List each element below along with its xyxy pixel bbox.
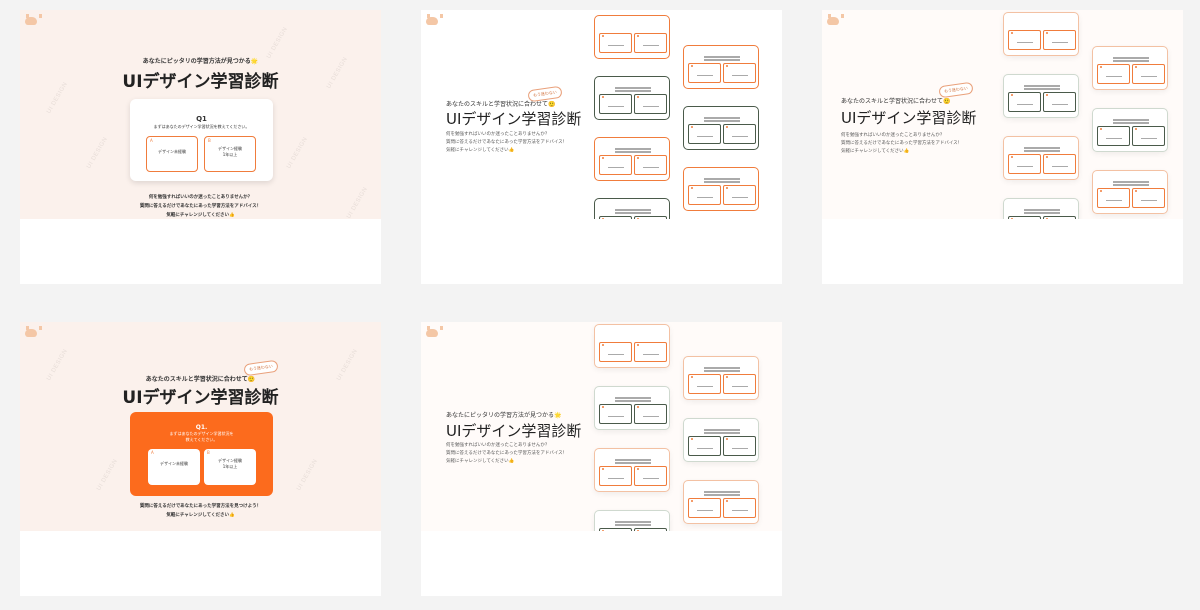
mini-question-card xyxy=(1092,170,1168,214)
option-a-label: デザイン未経験 xyxy=(160,461,188,466)
hero-subtitle: あなたのスキルと学習状況に合わせて🙂 xyxy=(841,98,951,105)
option-b-label: デザイン経験 1年以上 xyxy=(218,146,242,157)
mini-question-card xyxy=(1092,46,1168,90)
logo-icon xyxy=(24,14,42,25)
mini-question-card xyxy=(594,448,670,492)
option-b-label: デザイン経験 1年以上 xyxy=(218,458,242,469)
hero-description: 何を勉強すればいいのか迷ったことありませんか？ 質問に答えるだけであなたにあった… xyxy=(139,195,262,218)
mini-question-card xyxy=(683,45,759,89)
option-a-button[interactable]: A デザイン未経験 xyxy=(148,449,200,485)
question-number: Q1 xyxy=(196,115,207,123)
mini-question-card xyxy=(683,480,759,524)
design-frame-4[interactable]: UI DESIGN UI DESIGN UI DESIGN UI DESIGN … xyxy=(20,322,381,596)
watermark: UI DESIGN xyxy=(266,26,289,60)
option-a-number: A xyxy=(151,450,154,455)
option-b-button[interactable]: B デザイン経験 1年以上 xyxy=(204,136,256,172)
watermark: UI DESIGN xyxy=(86,136,109,170)
hero-subtitle: あなたのスキルと学習状況に合わせて🙂 xyxy=(145,376,256,383)
hero-canvas: UI DESIGN UI DESIGN UI DESIGN UI DESIGN … xyxy=(20,10,381,219)
mini-question-card xyxy=(1003,136,1079,180)
mini-question-card xyxy=(1003,198,1079,219)
hero-title: UIデザイン学習診断 xyxy=(841,109,977,127)
question-card: Q1 まずはあなたのデザイン学習状況を教えてください。 A デザイン未経験 B … xyxy=(130,99,273,181)
hero-description: 何を勉強すればいいのか迷ったことありませんか？ 質問に答えるだけであなたにあった… xyxy=(841,133,963,154)
watermark: UI DESIGN xyxy=(296,458,319,492)
logo-icon xyxy=(826,14,844,25)
hero-title: UIデザイン学習診断 xyxy=(122,388,279,408)
mini-question-card xyxy=(683,167,759,211)
option-a-label: デザイン未経験 xyxy=(158,149,186,154)
option-b-button[interactable]: B デザイン経験 1年以上 xyxy=(204,449,256,485)
hero-description: 何を勉強すればいいのか迷ったことありませんか？ 質問に答えるだけであなたにあった… xyxy=(446,443,568,464)
mini-question-card xyxy=(594,198,670,219)
question-text: まずはあなたのデザイン学習状況を 教えてください。 xyxy=(169,431,234,442)
watermark: UI DESIGN xyxy=(286,136,309,170)
design-frame-2[interactable]: もう迷わない あなたのスキルと学習状況に合わせて🙂 UIデザイン学習診断 何を勉… xyxy=(421,10,782,284)
design-frame-3[interactable]: もう迷わない あなたのスキルと学習状況に合わせて🙂 UIデザイン学習診断 何を勉… xyxy=(822,10,1183,284)
mini-question-card xyxy=(594,324,670,368)
mini-question-card xyxy=(683,356,759,400)
hero-title: UIデザイン学習診断 xyxy=(446,422,582,440)
hero-canvas: あなたにピッタリの学習方法が見つかる🌟 UIデザイン学習診断 何を勉強すればいい… xyxy=(421,322,782,531)
hero-canvas: もう迷わない あなたのスキルと学習状況に合わせて🙂 UIデザイン学習診断 何を勉… xyxy=(822,10,1183,219)
mini-question-card xyxy=(594,386,670,430)
mini-question-card xyxy=(683,106,759,150)
mini-question-card xyxy=(594,15,670,59)
question-number: Q1. xyxy=(195,424,208,431)
hero-canvas: もう迷わない あなたのスキルと学習状況に合わせて🙂 UIデザイン学習診断 何を勉… xyxy=(421,10,782,219)
hero-description: 質問に答えるだけであなたにあった学習方法を見つけよう！ 気軽にチャレンジしてくだ… xyxy=(139,504,262,518)
design-frame-1[interactable]: UI DESIGN UI DESIGN UI DESIGN UI DESIGN … xyxy=(20,10,381,284)
mini-question-card xyxy=(1003,12,1079,56)
logo-icon xyxy=(24,326,42,337)
mini-question-card xyxy=(683,418,759,462)
hero-subtitle: あなたにピッタリの学習方法が見つかる🌟 xyxy=(142,58,259,65)
logo-icon xyxy=(425,14,443,25)
design-frame-5[interactable]: あなたにピッタリの学習方法が見つかる🌟 UIデザイン学習診断 何を勉強すればいい… xyxy=(421,322,782,596)
option-b-number: B xyxy=(207,450,210,455)
question-text: まずはあなたのデザイン学習状況を教えてください。 xyxy=(153,124,250,129)
option-b-number: B xyxy=(208,138,211,143)
option-a-number: A xyxy=(150,138,153,143)
hero-subtitle: あなたのスキルと学習状況に合わせて🙂 xyxy=(446,101,556,108)
hero-description: 何を勉強すればいいのか迷ったことありませんか？ 質問に答えるだけであなたにあった… xyxy=(446,132,568,153)
logo-icon xyxy=(425,326,443,337)
question-card-active: Q1. まずはあなたのデザイン学習状況を 教えてください。 A デザイン未経験 … xyxy=(130,412,273,496)
hero-subtitle: あなたにピッタリの学習方法が見つかる🌟 xyxy=(446,412,562,419)
hero-title: UIデザイン学習診断 xyxy=(446,110,582,128)
option-a-button[interactable]: A デザイン未経験 xyxy=(146,136,198,172)
mini-question-card xyxy=(594,76,670,120)
mini-question-card xyxy=(594,137,670,181)
mini-question-card xyxy=(1003,74,1079,118)
mini-question-card xyxy=(594,510,670,531)
hero-canvas: UI DESIGN UI DESIGN UI DESIGN UI DESIGN … xyxy=(20,322,381,531)
watermark: UI DESIGN xyxy=(96,458,119,492)
hero-title: UIデザイン学習診断 xyxy=(122,72,279,92)
mini-question-card xyxy=(1092,108,1168,152)
